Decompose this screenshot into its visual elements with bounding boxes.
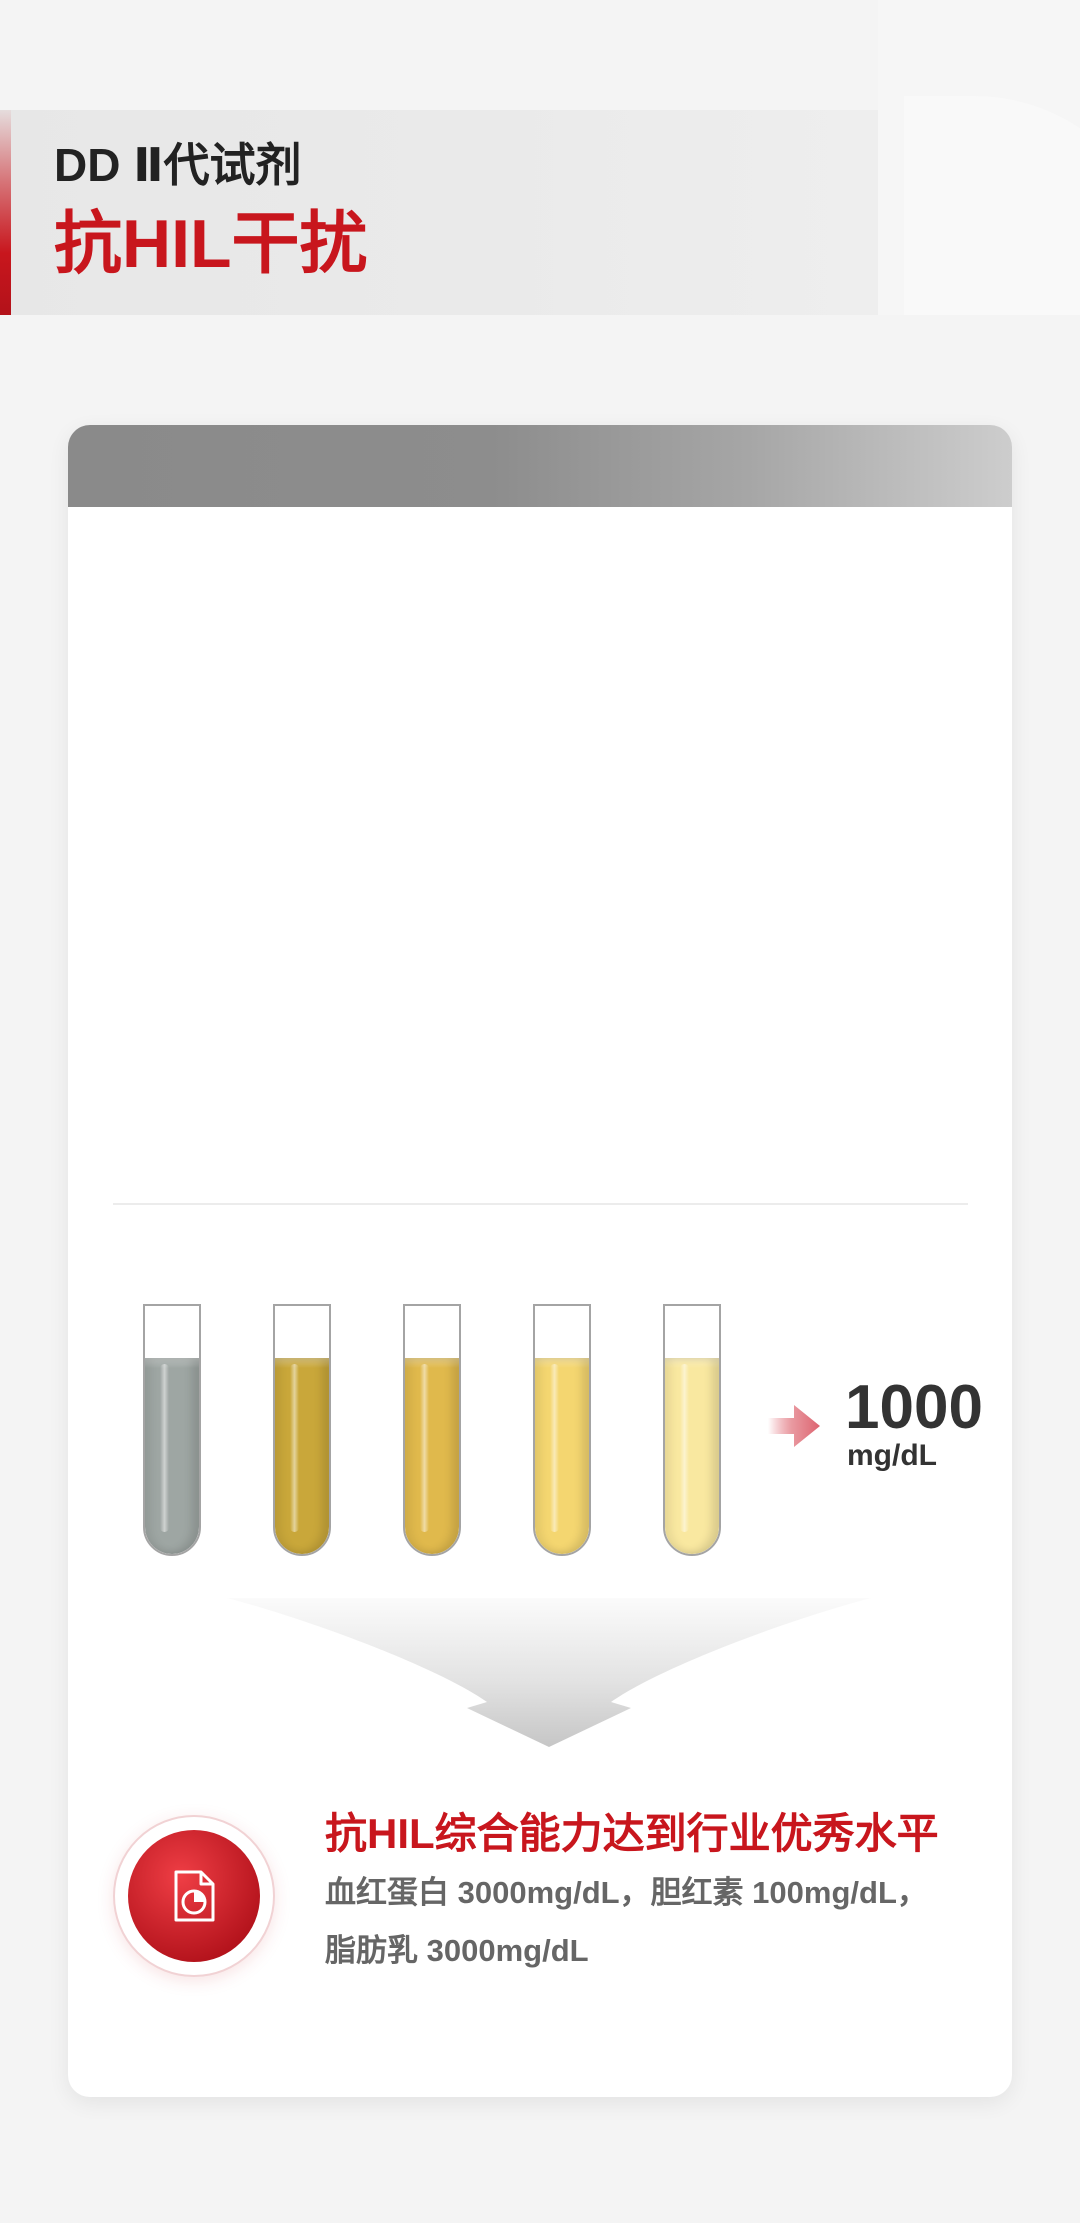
page-title: 抗HIL干扰 [54,206,368,282]
tube-liquid [665,1358,719,1554]
test-tube-3 [403,1304,461,1556]
test-tube-2 [273,1304,331,1556]
header-decoration-curve [904,96,1080,315]
report-pie-chart-icon [113,1815,275,1977]
tube-liquid [275,1358,329,1554]
tube-liquid [145,1358,199,1554]
content-card: 1000 mg/dL 抗HIL综合能力达到行业优秀水平 血红蛋白 3000mg/… [68,425,1012,2097]
tube-liquid [535,1358,589,1554]
header-decoration [878,0,1080,315]
test-tube-4 [533,1304,591,1556]
conclusion-detail-line-2: 脂肪乳 3000mg/dL [325,1933,589,1968]
header-subtitle: DD Ⅱ代试剂 [54,139,302,191]
concentration-unit: mg/dL [847,1439,937,1472]
card-divider [113,1203,968,1205]
concentration-value: 1000 [845,1373,983,1442]
arrow-right-icon [768,1405,820,1447]
card-header-bar [68,425,1012,507]
down-funnel-arrow-icon [227,1598,871,1747]
test-tube-1 [143,1304,201,1556]
test-tube-5 [663,1304,721,1556]
conclusion-detail-line-1: 血红蛋白 3000mg/dL，胆红素 100mg/dL， [325,1875,928,1910]
tube-liquid [405,1358,459,1554]
conclusion-title: 抗HIL综合能力达到行业优秀水平 [325,1810,939,1857]
header-accent-bar [0,110,11,315]
